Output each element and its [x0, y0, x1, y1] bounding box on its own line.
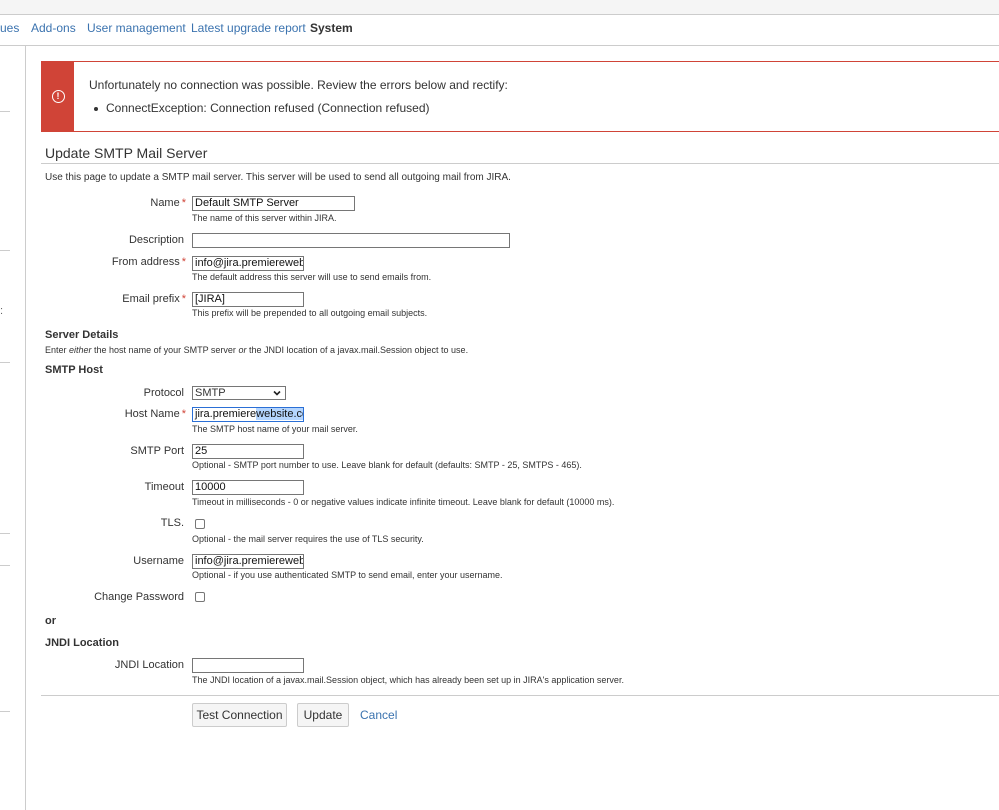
top-header-strip: [0, 0, 999, 15]
jndi-location-label: JNDI Location: [114, 659, 184, 671]
sidebar-separator: [0, 111, 10, 112]
tab-add-ons[interactable]: Add-ons: [31, 21, 76, 35]
sidebar-text-fragment: :: [0, 305, 4, 317]
change-password-checkbox[interactable]: [195, 592, 205, 602]
from-address-field[interactable]: info@jira.premierewebs: [192, 256, 304, 271]
timeout-help: Timeout in milliseconds - 0 or negative …: [192, 497, 615, 507]
tls-label: TLS.: [160, 517, 184, 529]
error-message-box: ! Unfortunately no connection was possib…: [41, 61, 999, 132]
username-help: Optional - if you use authenticated SMTP…: [192, 570, 503, 580]
chevron-down-icon: [273, 390, 281, 396]
username-field[interactable]: info@jira.premierewebs: [192, 554, 304, 569]
timeout-label: Timeout: [144, 481, 184, 493]
required-marker: *: [181, 408, 186, 420]
change-password-label: Change Password: [94, 591, 184, 603]
host-name-help: The SMTP host name of your mail server.: [192, 424, 358, 434]
timeout-field[interactable]: 10000: [192, 480, 304, 495]
tab-issues[interactable]: ues: [0, 21, 19, 35]
email-prefix-label: Email prefix *: [122, 293, 186, 305]
protocol-label: Protocol: [143, 387, 184, 399]
email-prefix-help: This prefix will be prepended to all out…: [192, 308, 428, 318]
name-field[interactable]: Default SMTP Server: [192, 196, 355, 211]
cancel-link[interactable]: Cancel: [360, 708, 397, 722]
jndi-location-help: The JNDI location of a javax.mail.Sessio…: [192, 675, 624, 685]
sidebar-separator: [0, 533, 10, 534]
required-marker: *: [181, 197, 186, 209]
or-separator: or: [45, 615, 56, 627]
sidebar-separator: [0, 250, 10, 251]
smtp-port-field[interactable]: 25: [192, 444, 304, 459]
protocol-select[interactable]: SMTP: [192, 386, 286, 400]
jndi-location-field[interactable]: [192, 658, 304, 673]
name-help: The name of this server within JIRA.: [192, 213, 337, 223]
error-side-bar: !: [42, 62, 74, 131]
from-address-label: From address *: [111, 256, 186, 268]
host-name-field[interactable]: jira.premierewebsite.co: [192, 407, 304, 422]
email-prefix-field[interactable]: [JIRA]: [192, 292, 304, 307]
error-title: Unfortunately no connection was possible…: [89, 78, 508, 92]
update-button[interactable]: Update: [297, 703, 349, 727]
username-label: Username: [133, 555, 184, 567]
page-intro: Use this page to update a SMTP mail serv…: [45, 172, 511, 183]
tls-help: Optional - the mail server requires the …: [192, 534, 424, 544]
description-label: Description: [128, 234, 184, 246]
tls-checkbox[interactable]: [195, 519, 205, 529]
tab-user-management[interactable]: User management: [87, 21, 186, 35]
tab-system[interactable]: System: [310, 21, 353, 35]
server-details-note: Enter either the host name of your SMTP …: [45, 345, 469, 355]
sidebar-separator: [0, 565, 10, 566]
admin-tab-bar: ues Add-ons User management Latest upgra…: [0, 15, 999, 46]
smtp-port-help: Optional - SMTP port number to use. Leav…: [192, 460, 582, 470]
required-marker: *: [181, 256, 186, 268]
description-field[interactable]: [192, 233, 510, 248]
sidebar-divider: [25, 46, 26, 810]
required-marker: *: [181, 293, 186, 305]
title-divider: [41, 163, 999, 164]
sidebar-separator: [0, 711, 10, 712]
sidebar-separator: [0, 362, 10, 363]
name-label: Name *: [150, 197, 186, 209]
page-title: Update SMTP Mail Server: [45, 145, 208, 161]
test-connection-button[interactable]: Test Connection: [192, 703, 287, 727]
smtp-port-label: SMTP Port: [130, 445, 184, 457]
from-address-help: The default address this server will use…: [192, 272, 432, 282]
error-list-item: ConnectException: Connection refused (Co…: [94, 101, 430, 115]
host-name-label: Host Name *: [124, 408, 186, 420]
error-circle-icon: !: [51, 90, 65, 103]
server-details-heading: Server Details: [45, 329, 119, 341]
jndi-heading: JNDI Location: [45, 637, 119, 649]
tab-latest-upgrade-report[interactable]: Latest upgrade report: [191, 21, 306, 35]
smtp-host-heading: SMTP Host: [45, 364, 103, 376]
form-footer-divider: [41, 695, 999, 696]
